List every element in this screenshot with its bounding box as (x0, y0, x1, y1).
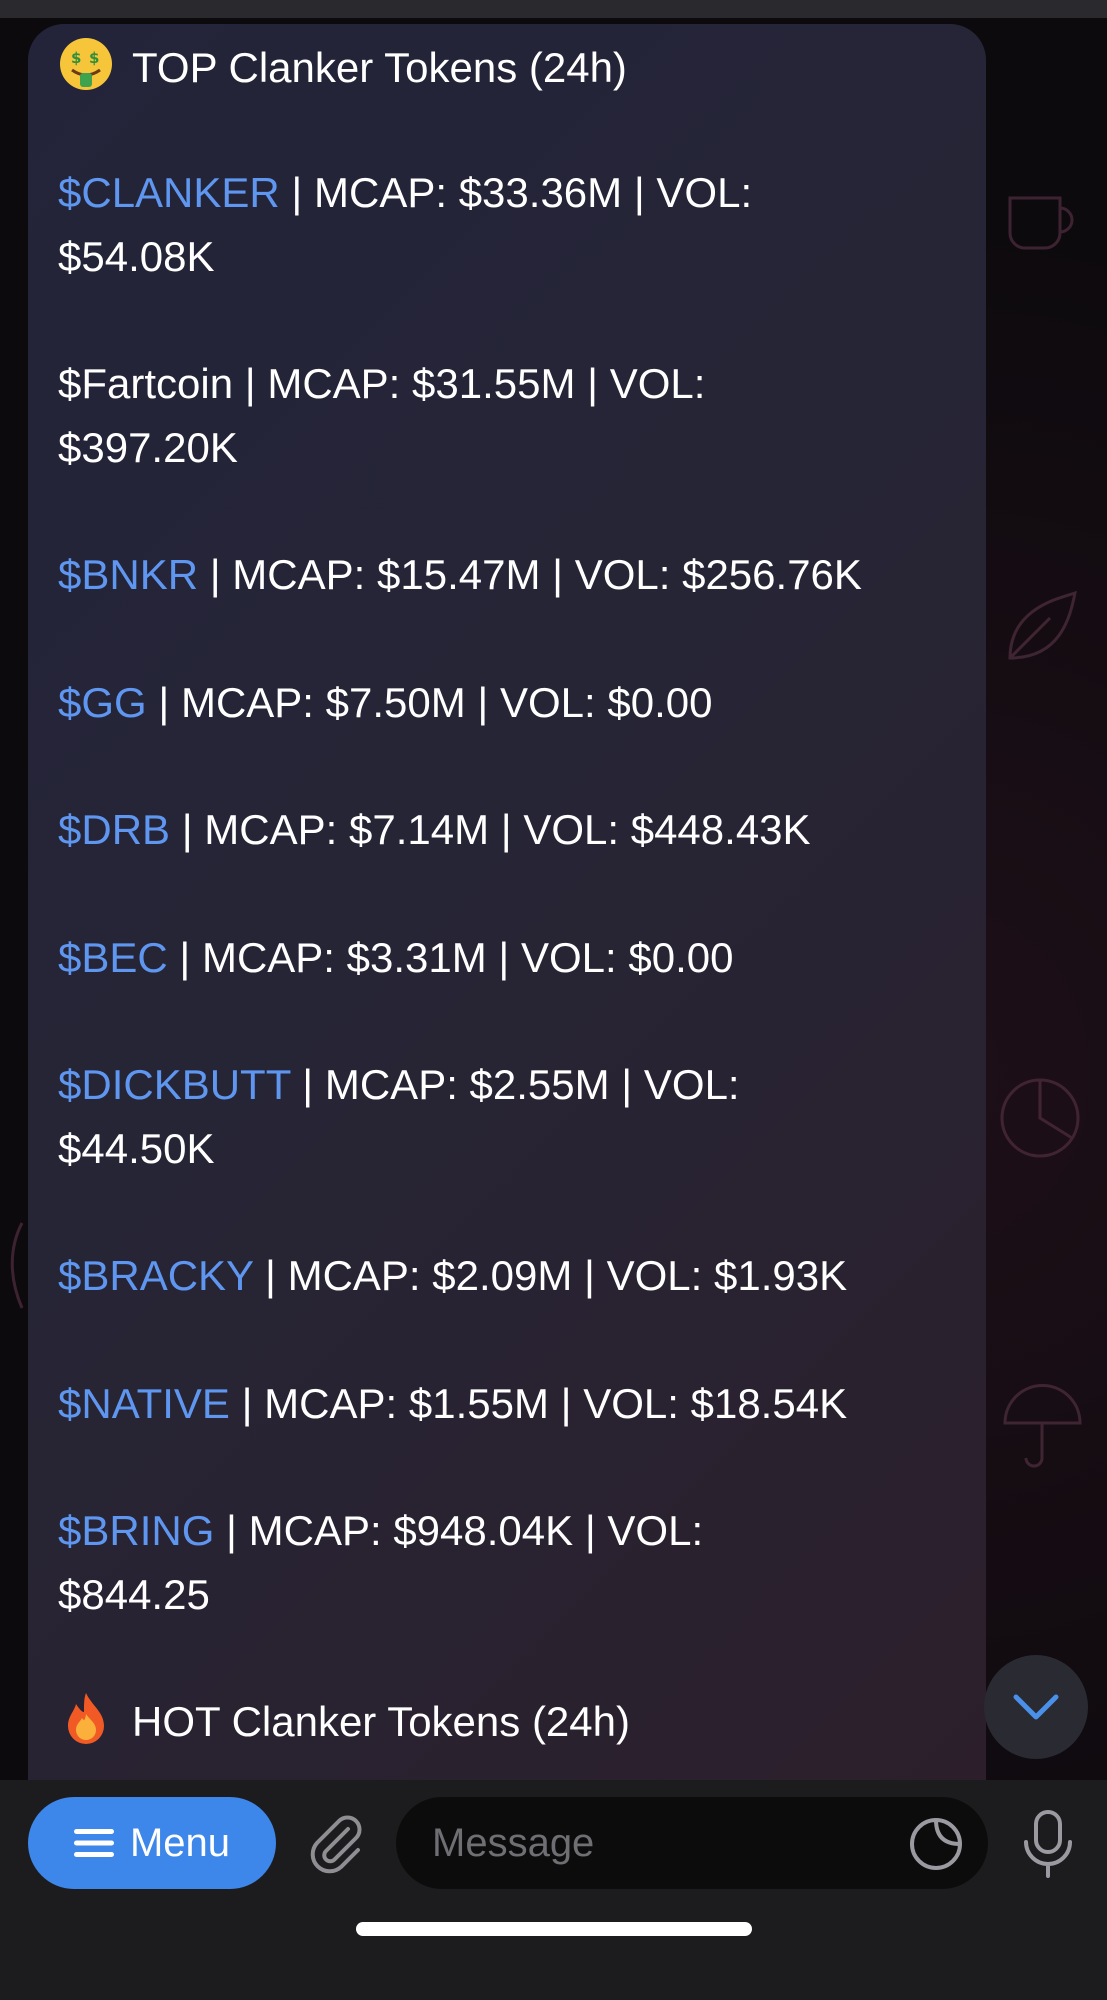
token-ticker-link[interactable]: $BRACKY (58, 1252, 253, 1299)
mcap-value: $15.47M (377, 551, 541, 598)
wallpaper-leaf-doodle (1008, 590, 1077, 660)
token-ticker-text: $Fartcoin (58, 360, 234, 407)
token-row: $GG | MCAP: $7.50M | VOL: $0.00 (58, 671, 712, 735)
mcap-value: $7.14M (348, 806, 490, 853)
vol-label: | VOL: (540, 551, 683, 598)
mcap-value: $2.55M (469, 1061, 610, 1108)
vol-value: $54.08K (58, 233, 215, 280)
vol-value: $44.50K (58, 1125, 215, 1172)
money-mouth-face-icon: $ $ (60, 38, 112, 90)
mcap-label: | MCAP: (214, 1507, 394, 1554)
token-row-vol-line: $844.25 (58, 1563, 210, 1627)
vol-value: $844.25 (58, 1571, 210, 1618)
mcap-label: | MCAP: (279, 169, 459, 216)
token-row-vol-line: $44.50K (58, 1117, 214, 1181)
scroll-to-bottom-button[interactable] (984, 1655, 1088, 1759)
wallpaper-edge-doodle (10, 1222, 24, 1309)
vol-value: $397.20K (58, 424, 238, 471)
vol-label: | VOL: (548, 1380, 691, 1427)
token-row-vol-line: $54.08K (58, 225, 214, 289)
vol-value: $0.00 (628, 934, 734, 981)
mcap-label: | MCAP: (233, 360, 413, 407)
composer-bar: Menu (0, 1780, 1107, 2000)
hot-tokens-header: HOT Clanker Tokens (24h) (58, 1690, 630, 1754)
hot-header-text: HOT Clanker Tokens (24h) (132, 1698, 630, 1745)
mcap-value: $33.36M (458, 169, 623, 216)
mcap-value: $3.31M (346, 934, 487, 981)
svg-text:$: $ (71, 49, 81, 67)
vol-label: | VOL: (486, 934, 629, 981)
mcap-value: $948.04K (393, 1507, 574, 1554)
token-ticker-link[interactable]: $BRING (58, 1507, 214, 1554)
paperclip-icon[interactable] (304, 1813, 368, 1877)
fire-icon (68, 1693, 104, 1744)
hamburger-icon (73, 1829, 114, 1857)
wallpaper-umbrella-doodle (1003, 1384, 1082, 1468)
wallpaper-pizza-doodle (1000, 1078, 1080, 1158)
token-row: $BEC | MCAP: $3.31M | VOL: $0.00 (58, 926, 734, 990)
token-ticker-link[interactable]: $NATIVE (58, 1380, 230, 1427)
mcap-value: $1.55M (408, 1380, 549, 1427)
vol-value: $448.43K (630, 806, 811, 853)
message-bubble: $ $ TOP Clanker Tokens (24h) $CLANKER | … (28, 24, 986, 1780)
token-ticker-link[interactable]: $GG (58, 679, 147, 726)
top-header-text: TOP Clanker Tokens (24h) (132, 44, 627, 91)
home-indicator (356, 1922, 752, 1936)
vol-label: | VOL: (465, 679, 608, 726)
vol-label: | VOL: (575, 360, 706, 407)
token-row: $DICKBUTT | MCAP: $2.55M | VOL: (58, 1053, 740, 1117)
vol-label: | VOL: (572, 1252, 714, 1299)
vol-value: $0.00 (607, 679, 713, 726)
token-row-vol-line: $397.20K (58, 416, 238, 480)
token-ticker-link[interactable]: $DRB (58, 806, 170, 853)
token-row: $NATIVE | MCAP: $1.55M | VOL: $18.54K (58, 1372, 847, 1436)
mcap-value: $7.50M (325, 679, 466, 726)
mcap-label: | MCAP: (229, 1380, 409, 1427)
mcap-value: $31.55M (412, 360, 576, 407)
svg-text:$: $ (89, 49, 99, 67)
menu-label: Menu (129, 1820, 231, 1865)
vol-value: $256.76K (682, 551, 862, 598)
vol-label: | VOL: (609, 1061, 740, 1108)
vol-value: $1.93K (714, 1252, 848, 1299)
token-row: $DRB | MCAP: $7.14M | VOL: $448.43K (58, 798, 811, 862)
token-ticker-link[interactable]: $BNKR (58, 551, 198, 598)
vol-label: | VOL: (489, 806, 631, 853)
top-tokens-header: $ $ TOP Clanker Tokens (24h) (58, 36, 627, 100)
microphone-icon[interactable] (1016, 1808, 1080, 1880)
wallpaper-cup-doodle (1008, 196, 1074, 250)
message-input[interactable] (396, 1797, 988, 1889)
mcap-label: | MCAP: (167, 934, 347, 981)
sticker-icon[interactable] (908, 1816, 964, 1872)
mcap-label: | MCAP: (290, 1061, 470, 1108)
mcap-label: | MCAP: (253, 1252, 433, 1299)
token-ticker-link[interactable]: $BEC (58, 934, 168, 981)
vol-label: | VOL: (573, 1507, 704, 1554)
token-ticker-link[interactable]: $DICKBUTT (58, 1061, 291, 1108)
chevron-down-icon (1013, 1694, 1059, 1720)
status-strip (0, 0, 1107, 18)
mcap-label: | MCAP: (146, 679, 326, 726)
token-row: $CLANKER | MCAP: $33.36M | VOL: (58, 161, 752, 225)
mcap-value: $2.09M (432, 1252, 573, 1299)
token-row: $BNKR | MCAP: $15.47M | VOL: $256.76K (58, 543, 862, 607)
token-ticker-link[interactable]: $CLANKER (58, 169, 280, 216)
vol-label: | VOL: (622, 169, 753, 216)
token-row: $BRACKY | MCAP: $2.09M | VOL: $1.93K (58, 1244, 847, 1308)
vol-value: $18.54K (690, 1380, 848, 1427)
mcap-label: | MCAP: (198, 551, 377, 598)
token-row: $Fartcoin | MCAP: $31.55M | VOL: (58, 352, 705, 416)
menu-button[interactable]: Menu (28, 1797, 276, 1889)
mcap-label: | MCAP: (170, 806, 349, 853)
token-row: $BRING | MCAP: $948.04K | VOL: (58, 1499, 703, 1563)
